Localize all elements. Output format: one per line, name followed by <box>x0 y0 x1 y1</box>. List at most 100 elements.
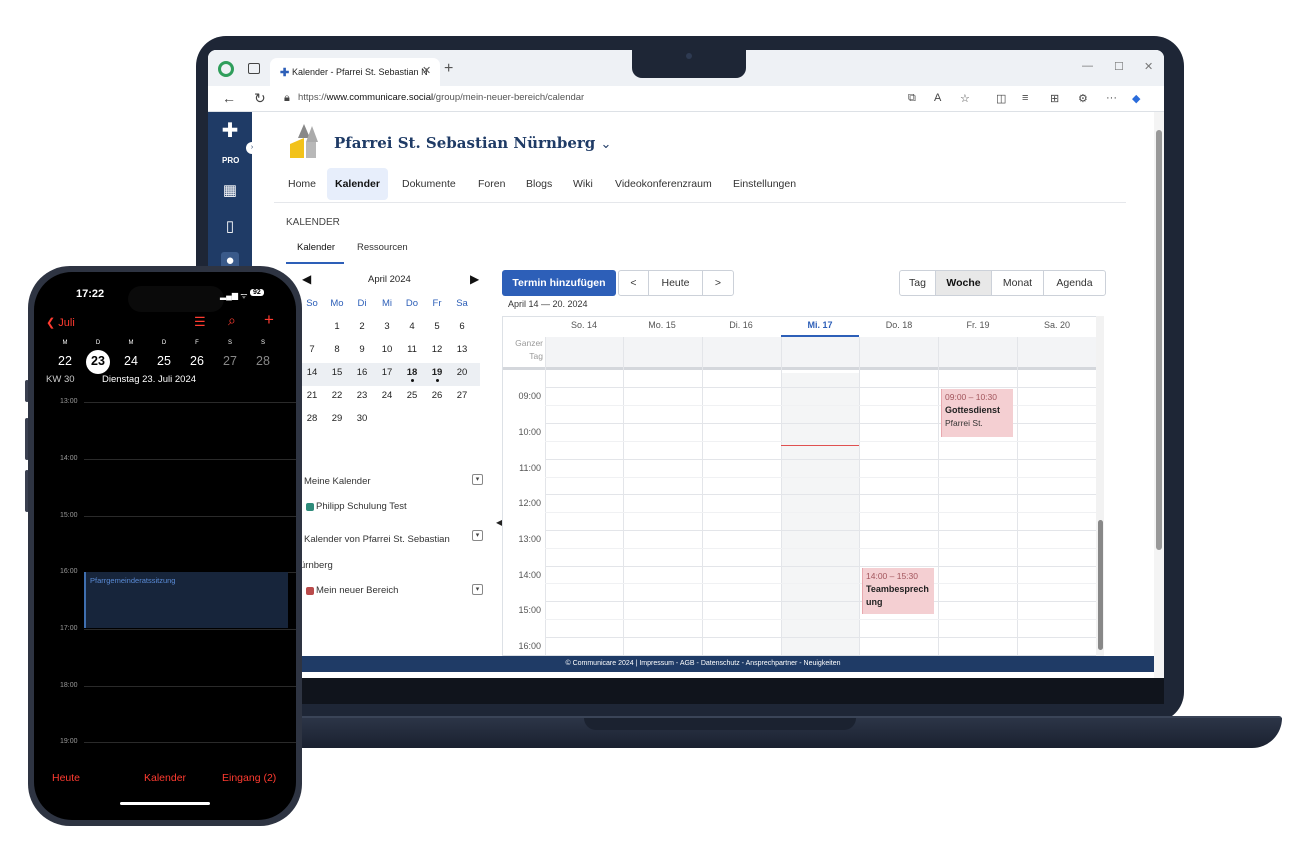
new-tab-icon[interactable]: + <box>444 61 453 77</box>
mini-day[interactable]: 7 <box>300 344 324 355</box>
mini-day[interactable]: 3 <box>375 321 399 332</box>
week-scrollbar-thumb[interactable] <box>1098 520 1103 650</box>
nav-videokonferenzraum[interactable]: Videokonferenzraum <box>607 168 720 200</box>
back-icon[interactable]: ← <box>222 90 236 106</box>
day-header[interactable]: Mo. 15 <box>623 320 701 330</box>
mini-next-month-icon[interactable]: ▶ <box>470 272 479 286</box>
subtab-kalender[interactable]: Kalender <box>297 242 335 253</box>
minimize-icon[interactable]: — <box>1082 60 1093 72</box>
mini-day[interactable]: 13 <box>450 344 474 355</box>
mini-day[interactable]: 27 <box>450 390 474 401</box>
collections-icon[interactable]: ⊞ <box>1050 92 1059 105</box>
next-week-button[interactable]: > <box>703 271 733 295</box>
tab-close-icon[interactable]: ✕ <box>422 64 431 77</box>
mini-day-with-event[interactable]: 18 <box>400 367 424 382</box>
mini-day[interactable]: 28 <box>300 413 324 424</box>
view-tag-button[interactable]: Tag <box>900 271 936 295</box>
day-header[interactable]: Di. 16 <box>702 320 780 330</box>
date-cell-selected[interactable]: 23 <box>83 354 113 368</box>
day-header[interactable]: So. 14 <box>545 320 623 330</box>
date-cell[interactable]: 27 <box>215 354 245 368</box>
extensions-icon[interactable]: ⚙ <box>1078 92 1088 105</box>
day-header[interactable]: Do. 18 <box>860 320 938 330</box>
my-calendars-dropdown-icon[interactable]: ▾ <box>472 474 483 485</box>
tab-actions-icon[interactable] <box>248 63 260 74</box>
mini-day[interactable]: 17 <box>375 367 399 378</box>
mini-day[interactable]: 11 <box>400 344 424 355</box>
tab-heute[interactable]: Heute <box>52 772 80 784</box>
mini-day[interactable]: 23 <box>350 390 374 401</box>
date-cell[interactable]: 24 <box>116 354 146 368</box>
mini-day[interactable]: 21 <box>300 390 324 401</box>
nav-einstellungen[interactable]: Einstellungen <box>725 168 804 200</box>
mini-day[interactable]: 26 <box>425 390 449 401</box>
calendar-item-dropdown-icon[interactable]: ▾ <box>472 584 483 595</box>
group-calendars-dropdown-icon[interactable]: ▾ <box>472 530 483 541</box>
split-screen-icon[interactable]: ◫ <box>996 92 1006 105</box>
browser-tab[interactable]: Kalender - Pfarrei St. Sebastian N <box>270 58 440 86</box>
calendar-color-swatch[interactable] <box>306 587 314 595</box>
mini-day[interactable]: 25 <box>400 390 424 401</box>
nav-foren[interactable]: Foren <box>470 168 513 200</box>
event-teambesprechung[interactable]: 14:00 – 15:30 Teambesprech ung <box>862 568 934 614</box>
mini-prev-month-icon[interactable]: ◀ <box>302 272 311 286</box>
date-cell[interactable]: 26 <box>182 354 212 368</box>
date-cell[interactable]: 25 <box>149 354 179 368</box>
mini-day[interactable]: 22 <box>325 390 349 401</box>
view-woche-button[interactable]: Woche <box>936 271 992 295</box>
mini-day[interactable]: 1 <box>325 321 349 332</box>
nav-wiki[interactable]: Wiki <box>565 168 601 200</box>
add-event-button[interactable]: Termin hinzufügen <box>502 270 616 296</box>
lock-icon[interactable]: 🔒︎ <box>284 92 290 105</box>
add-icon[interactable]: + <box>264 310 274 330</box>
copilot-icon[interactable]: ◆ <box>1132 92 1140 105</box>
document-icon[interactable]: ▯ <box>221 218 239 236</box>
nav-kalender[interactable]: Kalender <box>327 168 388 200</box>
tab-eingang[interactable]: Eingang (2) <box>222 772 276 784</box>
calendar-item-bereich[interactable]: Mein neuer Bereich <box>316 585 398 596</box>
mini-day[interactable]: 10 <box>375 344 399 355</box>
mini-day[interactable]: 8 <box>325 344 349 355</box>
maximize-icon[interactable]: ☐ <box>1114 60 1124 73</box>
dashboard-icon[interactable]: ▦ <box>221 182 239 200</box>
search-icon[interactable]: ⌕ <box>228 312 236 329</box>
mini-day[interactable]: 20 <box>450 367 474 378</box>
mini-day[interactable]: 9 <box>350 344 374 355</box>
date-cell[interactable]: 22 <box>50 354 80 368</box>
mini-day[interactable]: 16 <box>350 367 374 378</box>
browser-profile-icon[interactable] <box>218 61 234 77</box>
add-icon[interactable]: ✚ <box>221 121 239 141</box>
mini-day[interactable]: 29 <box>325 413 349 424</box>
day-header[interactable]: Sa. 20 <box>1018 320 1096 330</box>
list-icon[interactable]: ☰ <box>194 314 206 330</box>
phone-event[interactable]: Pfarrgemeinderatssitzung <box>84 572 288 628</box>
subtab-ressourcen[interactable]: Ressourcen <box>357 242 408 253</box>
mini-day[interactable]: 14 <box>300 367 324 378</box>
phone-back-button[interactable]: ❮ Juli <box>46 316 75 329</box>
calendar-color-swatch[interactable] <box>306 503 314 511</box>
mini-day[interactable]: 30 <box>350 413 374 424</box>
prev-week-button[interactable]: < <box>619 271 649 295</box>
view-agenda-button[interactable]: Agenda <box>1044 271 1105 295</box>
url-field[interactable]: https://www.communicare.social/group/mei… <box>298 92 584 103</box>
mini-day-with-event[interactable]: 19 <box>425 367 449 382</box>
read-aloud-icon[interactable]: A <box>934 92 941 104</box>
page-scrollbar-thumb[interactable] <box>1156 130 1162 550</box>
group-title[interactable]: Pfarrei St. Sebastian Nürnberg ⌄ <box>334 134 611 152</box>
nav-home[interactable]: Home <box>280 168 324 200</box>
calendar-item-philipp[interactable]: Philipp Schulung Test <box>316 501 407 512</box>
reload-icon[interactable]: ↻ <box>254 90 266 107</box>
today-button[interactable]: Heute <box>649 271 703 295</box>
tab-kalender[interactable]: Kalender <box>144 772 186 784</box>
mini-day[interactable]: 12 <box>425 344 449 355</box>
mini-day[interactable]: 24 <box>375 390 399 401</box>
day-header[interactable]: Fr. 19 <box>939 320 1017 330</box>
event-gottesdienst[interactable]: 09:00 – 10:30 Gottesdienst Pfarrei St. <box>941 389 1013 437</box>
all-day-row[interactable] <box>545 337 1097 367</box>
expand-sidebar-icon[interactable]: › <box>246 142 258 154</box>
close-window-icon[interactable]: ✕ <box>1144 60 1153 73</box>
mini-day[interactable]: 4 <box>400 321 424 332</box>
mini-day[interactable]: 5 <box>425 321 449 332</box>
view-monat-button[interactable]: Monat <box>992 271 1044 295</box>
favorites-list-icon[interactable]: ≡ <box>1022 92 1028 104</box>
